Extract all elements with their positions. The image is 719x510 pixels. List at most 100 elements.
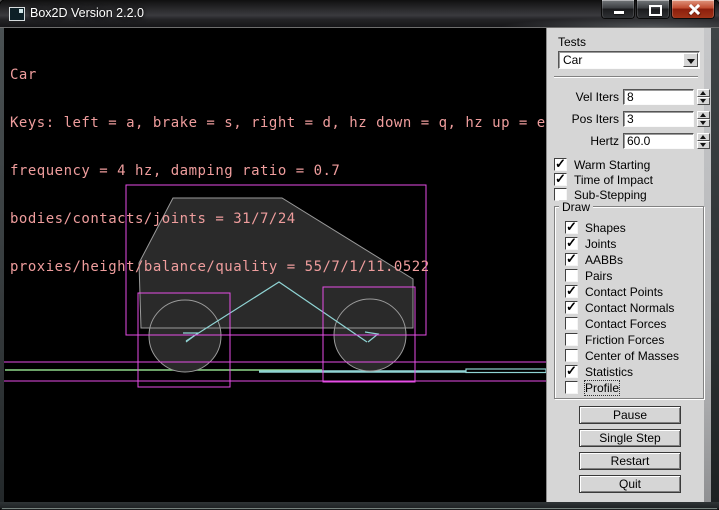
aabbs-checkbox[interactable]: ✓ (565, 253, 578, 266)
arrow-up-icon (700, 113, 706, 117)
aabbs-label: AABBs (585, 253, 623, 267)
check-icon: ✓ (566, 299, 577, 315)
quit-button[interactable]: Quit (579, 475, 681, 493)
chevron-down-icon (687, 59, 695, 64)
maximize-button[interactable] (636, 0, 670, 19)
statistics-label: Statistics (585, 365, 633, 379)
vel-iters-row: Vel Iters 8 (547, 89, 705, 105)
hertz-label: Hertz (547, 133, 619, 149)
pairs-label: Pairs (585, 269, 612, 283)
window-border-bottom (0, 502, 719, 510)
tests-label: Tests (558, 35, 586, 49)
control-panel: Tests Car Vel Iters 8 Pos Iters 3 (546, 28, 704, 502)
contact-normals-label: Contact Normals (585, 301, 674, 315)
toggle-contact-forces[interactable]: ✓ Contact Forces (547, 317, 705, 331)
tests-dropdown[interactable]: Car (558, 51, 700, 69)
close-button[interactable] (671, 0, 715, 19)
physics-canvas[interactable]: Car Keys: left = a, brake = s, right = d… (4, 28, 546, 502)
titlebar[interactable]: Box2D Version 2.2.0 (0, 0, 719, 28)
toggle-profile[interactable]: ✓ Profile (547, 381, 705, 395)
vel-iters-label: Vel Iters (547, 89, 619, 105)
vel-iters-value: 8 (627, 90, 634, 104)
restart-button[interactable]: Restart (579, 452, 681, 470)
minimize-icon (614, 11, 624, 14)
arrow-down-icon (700, 99, 706, 103)
center-of-masses-checkbox[interactable]: ✓ (565, 349, 578, 362)
toggle-time-of-impact[interactable]: ✓ Time of Impact (547, 173, 705, 187)
pos-iters-spin-down-button[interactable] (697, 119, 710, 127)
check-icon: ✓ (555, 156, 566, 172)
stats-line-bodies: bodies/contacts/joints = 31/7/24 (10, 211, 546, 227)
joints-checkbox[interactable]: ✓ (565, 237, 578, 250)
contact-normals-checkbox[interactable]: ✓ (565, 301, 578, 314)
toggle-pairs[interactable]: ✓ Pairs (547, 269, 705, 283)
statistics-checkbox[interactable]: ✓ (565, 365, 578, 378)
vel-iters-spinner (697, 89, 710, 105)
toggle-warm-starting[interactable]: ✓ Warm Starting (547, 158, 705, 172)
vel-iters-spin-down-button[interactable] (697, 97, 710, 105)
app-window: Box2D Version 2.2.0 (0, 0, 719, 510)
contact-points-label: Contact Points (585, 285, 663, 299)
time-of-impact-label: Time of Impact (574, 173, 653, 187)
vel-iters-spin-up-button[interactable] (697, 89, 710, 97)
stats-line-title: Car (10, 67, 546, 83)
shapes-checkbox[interactable]: ✓ (565, 221, 578, 234)
friction-forces-label: Friction Forces (585, 333, 664, 347)
pos-iters-spinner (697, 111, 710, 127)
warm-starting-label: Warm Starting (574, 158, 650, 172)
contact-points-checkbox[interactable]: ✓ (565, 285, 578, 298)
arrow-down-icon (700, 143, 706, 147)
arrow-up-icon (700, 91, 706, 95)
minimize-button[interactable] (601, 0, 635, 19)
center-of-masses-label: Center of Masses (585, 349, 679, 363)
single-step-button[interactable]: Single Step (579, 429, 681, 447)
teeter-board (466, 369, 546, 373)
stats-line-frequency: frequency = 4 hz, damping ratio = 0.7 (10, 163, 546, 179)
tests-dropdown-button[interactable] (683, 53, 698, 67)
window-title: Box2D Version 2.2.0 (30, 6, 144, 20)
warm-starting-checkbox[interactable]: ✓ (554, 158, 567, 171)
pos-iters-row: Pos Iters 3 (547, 111, 705, 127)
friction-forces-checkbox[interactable]: ✓ (565, 333, 578, 346)
pairs-checkbox[interactable]: ✓ (565, 269, 578, 282)
joints-label: Joints (585, 237, 616, 251)
stats-overlay: Car Keys: left = a, brake = s, right = d… (10, 35, 546, 307)
contact-forces-checkbox[interactable]: ✓ (565, 317, 578, 330)
pause-button[interactable]: Pause (579, 406, 681, 424)
time-of-impact-checkbox[interactable]: ✓ (554, 173, 567, 186)
draw-group-title: Draw (559, 200, 593, 214)
app-icon[interactable] (9, 7, 25, 21)
check-icon: ✓ (566, 219, 577, 235)
toggle-aabbs[interactable]: ✓ AABBs (547, 253, 705, 267)
toggle-contact-points[interactable]: ✓ Contact Points (547, 285, 705, 299)
app-icon-detail (19, 9, 23, 13)
profile-checkbox[interactable]: ✓ (565, 381, 578, 394)
pos-iters-value: 3 (627, 112, 634, 126)
check-icon: ✓ (555, 171, 566, 187)
hertz-spin-down-button[interactable] (697, 141, 710, 149)
check-icon: ✓ (566, 251, 577, 267)
maximize-icon (649, 5, 662, 16)
toggle-shapes[interactable]: ✓ Shapes (547, 221, 705, 235)
hertz-spin-up-button[interactable] (697, 133, 710, 141)
pos-iters-spin-up-button[interactable] (697, 111, 710, 119)
toggle-statistics[interactable]: ✓ Statistics (547, 365, 705, 379)
separator (554, 76, 698, 78)
toggle-center-of-masses[interactable]: ✓ Center of Masses (547, 349, 705, 363)
check-icon: ✓ (566, 283, 577, 299)
pos-iters-label: Pos Iters (547, 111, 619, 127)
arrow-up-icon (700, 135, 706, 139)
hertz-row: Hertz 60.0 (547, 133, 705, 149)
pos-iters-input[interactable]: 3 (623, 111, 694, 127)
contact-forces-label: Contact Forces (585, 317, 666, 331)
vel-iters-input[interactable]: 8 (623, 89, 694, 105)
toggle-friction-forces[interactable]: ✓ Friction Forces (547, 333, 705, 347)
hertz-input[interactable]: 60.0 (623, 133, 694, 149)
hertz-value: 60.0 (627, 134, 650, 148)
toggle-joints[interactable]: ✓ Joints (547, 237, 705, 251)
stats-line-keys: Keys: left = a, brake = s, right = d, hz… (10, 115, 546, 131)
toggle-contact-normals[interactable]: ✓ Contact Normals (547, 301, 705, 315)
check-icon: ✓ (566, 235, 577, 251)
stats-line-proxies: proxies/height/balance/quality = 55/7/1/… (10, 259, 546, 275)
window-border-right (711, 28, 719, 502)
